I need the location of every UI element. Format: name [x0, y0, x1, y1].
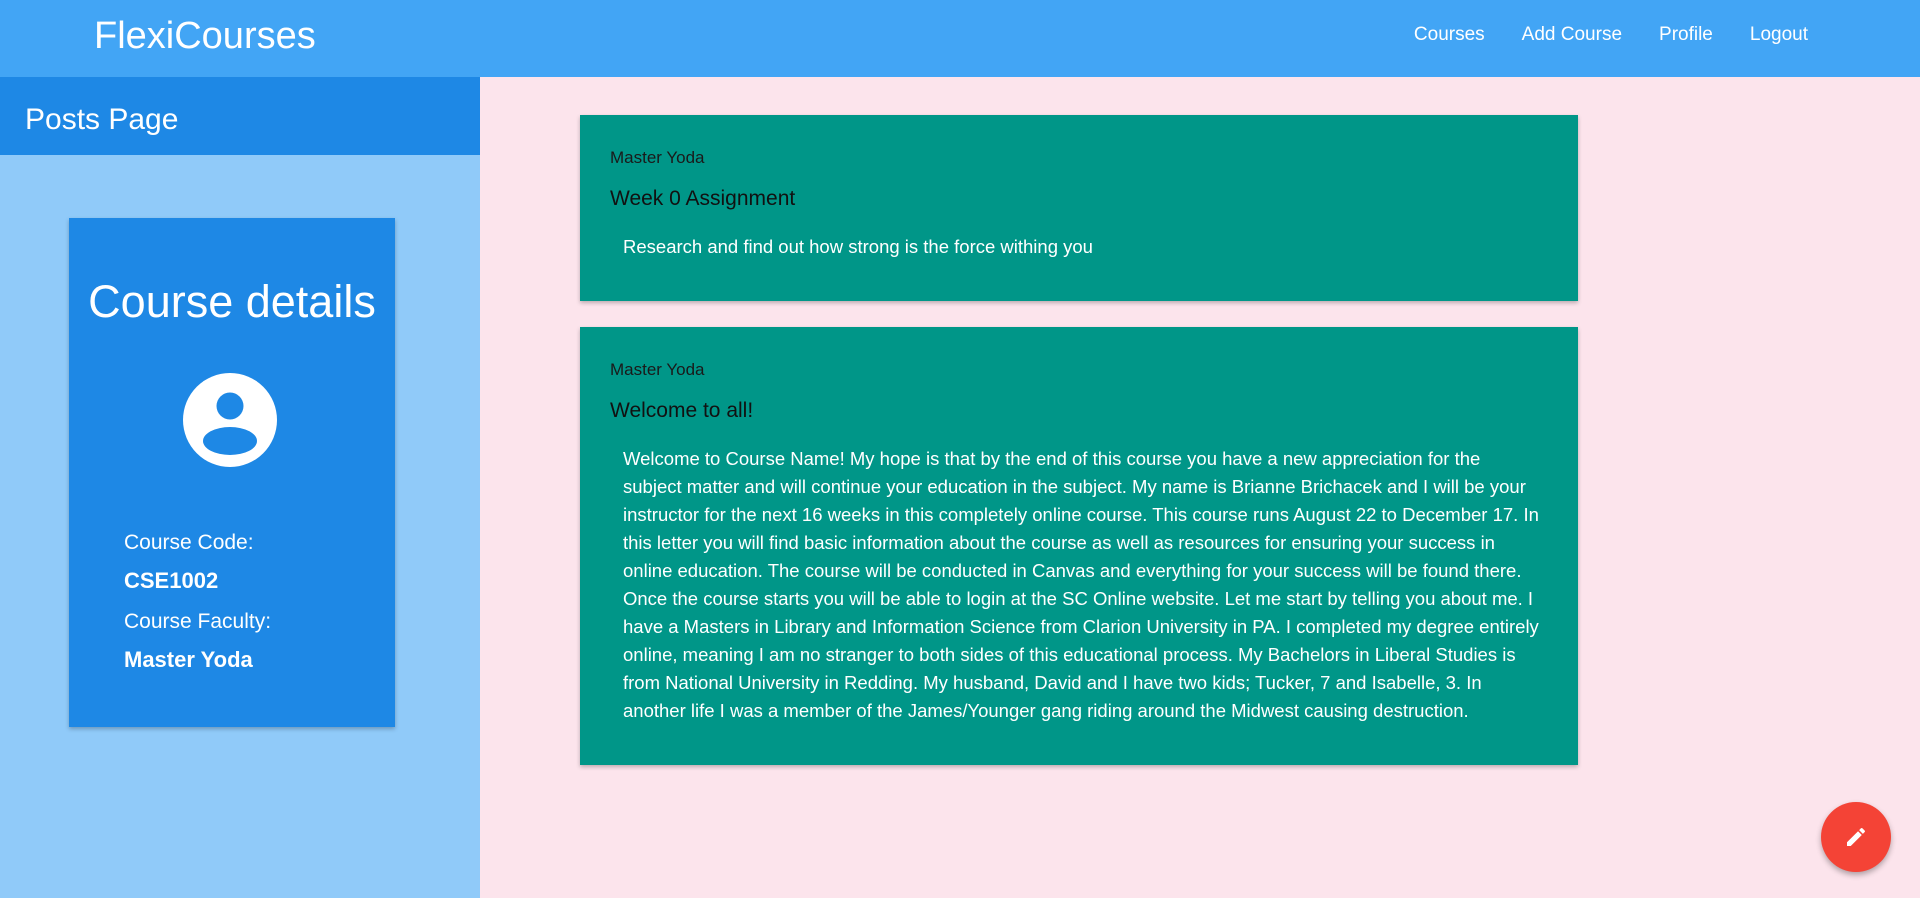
nav-link-add-course[interactable]: Add Course: [1522, 24, 1622, 46]
pencil-icon: [1847, 827, 1866, 846]
post-body: Research and find out how strong is the …: [623, 236, 1093, 257]
post-author: Master Yoda: [610, 148, 705, 167]
course-details-card: Course details Course Code: CSE1002 Cour…: [69, 218, 395, 727]
post-title: Welcome to all!: [610, 399, 754, 422]
account-circle-icon: [183, 373, 277, 467]
nav-links: Courses Add Course Profile Logout: [1414, 24, 1808, 46]
nav-link-logout[interactable]: Logout: [1750, 24, 1808, 46]
course-faculty-value: Master Yoda: [124, 647, 253, 672]
course-faculty-label: Course Faculty:: [124, 610, 272, 633]
nav-link-courses[interactable]: Courses: [1414, 24, 1485, 46]
new-post-button[interactable]: [1821, 802, 1891, 872]
course-code-label: Course Code:: [124, 531, 254, 554]
post-author: Master Yoda: [610, 360, 705, 379]
nav-link-profile[interactable]: Profile: [1659, 24, 1713, 46]
sidebar-header: Posts Page: [0, 77, 480, 155]
page-title: Posts Page: [25, 103, 179, 136]
post-title: Week 0 Assignment: [610, 187, 796, 210]
post-body: Welcome to Course Name! My hope is that …: [623, 448, 1539, 721]
brand-logo[interactable]: FlexiCourses: [94, 15, 316, 58]
course-details-title: Course details: [88, 276, 376, 327]
post-card: Master Yoda Welcome to all! Welcome to C…: [580, 327, 1578, 765]
sidebar: Posts Page Course details Course Code: C…: [0, 77, 480, 898]
top-navbar: FlexiCourses Courses Add Course Profile …: [0, 0, 1920, 77]
post-card: Master Yoda Week 0 Assignment Research a…: [580, 115, 1578, 301]
course-code-value: CSE1002: [124, 568, 219, 593]
